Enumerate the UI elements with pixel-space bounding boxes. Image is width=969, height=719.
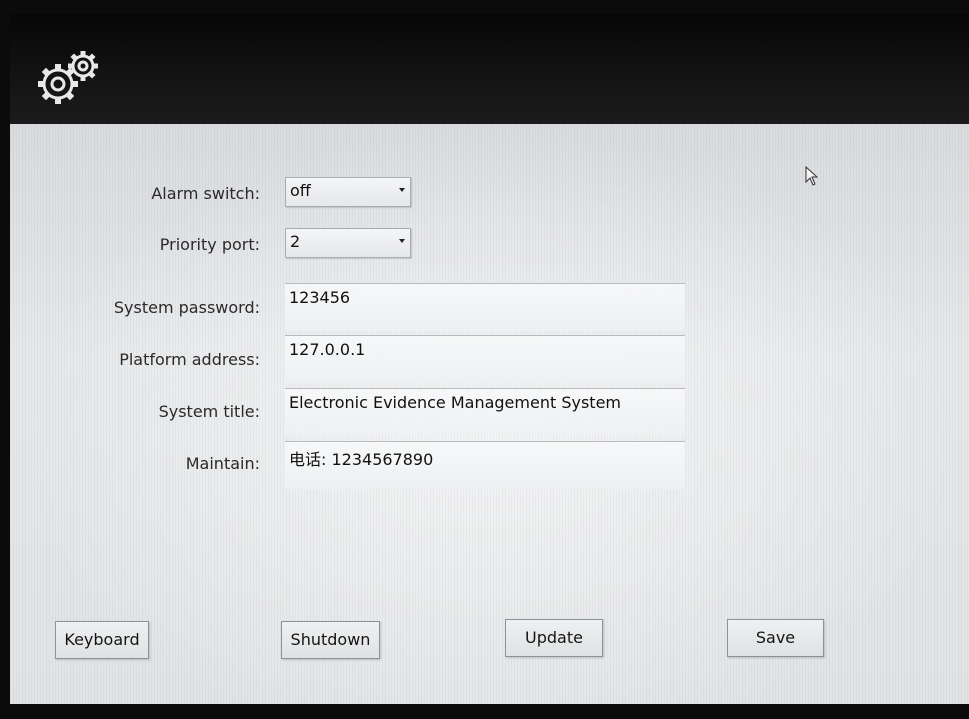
priority-port-select[interactable]: 2 xyxy=(285,228,411,258)
alarm-switch-label: Alarm switch: xyxy=(151,184,260,203)
priority-port-value: 2 xyxy=(290,232,301,251)
platform-address-value: 127.0.0.1 xyxy=(289,340,366,359)
header-bar xyxy=(10,14,969,124)
alarm-switch-value: off xyxy=(290,181,311,200)
keyboard-button[interactable]: Keyboard xyxy=(55,621,149,659)
system-password-field[interactable]: 123456 xyxy=(285,283,685,331)
system-password-label: System password: xyxy=(113,298,260,317)
gears-icon xyxy=(32,48,104,108)
chevron-down-icon xyxy=(399,239,405,243)
system-password-value: 123456 xyxy=(289,288,351,307)
settings-panel: Alarm switch: off Priority port: 2 Syste… xyxy=(10,124,969,704)
save-button[interactable]: Save xyxy=(727,619,824,657)
alarm-switch-select[interactable]: off xyxy=(285,177,411,207)
platform-address-field[interactable]: 127.0.0.1 xyxy=(285,335,685,383)
maintain-label: Maintain: xyxy=(185,454,260,473)
system-title-label: System title: xyxy=(158,402,260,421)
priority-port-label: Priority port: xyxy=(159,235,260,254)
mouse-cursor-icon xyxy=(805,165,821,188)
platform-address-label: Platform address: xyxy=(119,350,260,369)
maintain-field[interactable]: 电话: 1234567890 xyxy=(285,441,685,489)
system-title-value: Electronic Evidence Management System xyxy=(289,393,621,412)
chevron-down-icon xyxy=(399,188,405,192)
update-button[interactable]: Update xyxy=(505,619,603,657)
settings-screen: Alarm switch: off Priority port: 2 Syste… xyxy=(0,0,969,719)
system-title-field[interactable]: Electronic Evidence Management System xyxy=(285,388,685,436)
maintain-value: 电话: 1234567890 xyxy=(289,450,434,469)
shutdown-button[interactable]: Shutdown xyxy=(281,621,380,659)
